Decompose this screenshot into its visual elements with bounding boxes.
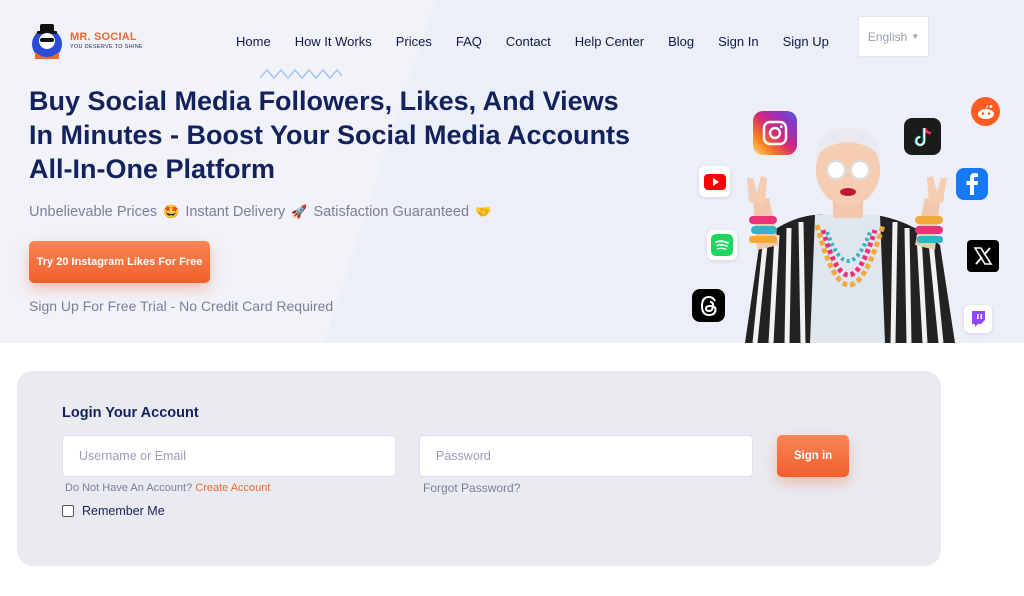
feature-guarantee: Satisfaction Guaranteed <box>313 204 470 220</box>
x-icon <box>967 240 999 272</box>
remember-me-checkbox[interactable] <box>62 505 74 517</box>
sign-in-button[interactable]: Sign in <box>777 435 849 477</box>
chevron-down-icon: ▼ <box>911 32 920 41</box>
password-input[interactable] <box>419 435 753 477</box>
nav-blog[interactable]: Blog <box>668 34 694 49</box>
hero-features: Unbelievable Prices 🤩 Instant Delivery 🚀… <box>29 204 497 220</box>
nav-help-center[interactable]: Help Center <box>575 34 644 49</box>
brand-name: MR. SOCIAL <box>70 30 137 43</box>
feature-delivery: Instant Delivery <box>185 204 286 220</box>
brand-logo[interactable]: MR. SOCIAL YOU DESERVE TO SHINE <box>30 22 143 60</box>
hero-headline: Buy Social Media Followers, Likes, And V… <box>29 86 631 184</box>
hero-model-image <box>735 120 960 344</box>
remember-me-row[interactable]: Remember Me <box>62 504 165 518</box>
language-selected: English <box>867 29 908 44</box>
try-free-likes-button[interactable]: Try 20 Instagram Likes For Free <box>29 241 210 283</box>
trial-note: Sign Up For Free Trial - No Credit Card … <box>29 298 334 314</box>
rocket-icon: 🚀 <box>291 204 308 219</box>
main-nav: Home How It Works Prices FAQ Contact Hel… <box>236 34 829 49</box>
zigzag-decoration-icon <box>260 68 342 80</box>
youtube-icon <box>699 166 730 197</box>
no-account-row: Do Not Have An Account? Create Account <box>65 482 270 494</box>
no-account-text: Do Not Have An Account? <box>65 482 193 494</box>
nav-home[interactable]: Home <box>236 34 271 49</box>
language-selector[interactable]: English ▼ <box>858 16 929 57</box>
threads-icon <box>692 289 725 322</box>
login-title: Login Your Account <box>62 405 199 421</box>
nav-prices[interactable]: Prices <box>396 34 432 49</box>
nav-how-it-works[interactable]: How It Works <box>295 34 372 49</box>
nav-sign-up[interactable]: Sign Up <box>783 34 829 49</box>
nav-sign-in[interactable]: Sign In <box>718 34 758 49</box>
reddit-icon <box>971 97 1000 126</box>
handshake-icon: 🤝 <box>475 204 492 219</box>
spotify-icon <box>707 230 737 260</box>
create-account-link[interactable]: Create Account <box>195 482 270 494</box>
forgot-password-link[interactable]: Forgot Password? <box>423 481 520 495</box>
remember-me-label: Remember Me <box>82 504 165 518</box>
twitch-icon <box>964 305 992 333</box>
nav-contact[interactable]: Contact <box>506 34 551 49</box>
mascot-logo-icon <box>30 22 64 60</box>
nav-faq[interactable]: FAQ <box>456 34 482 49</box>
facebook-icon <box>956 168 988 200</box>
star-struck-icon: 🤩 <box>163 204 180 219</box>
brand-tagline: YOU DESERVE TO SHINE <box>70 43 143 50</box>
username-input[interactable] <box>62 435 396 477</box>
login-card: Login Your Account Sign in Do Not Have A… <box>17 371 941 566</box>
feature-prices: Unbelievable Prices <box>29 204 158 220</box>
